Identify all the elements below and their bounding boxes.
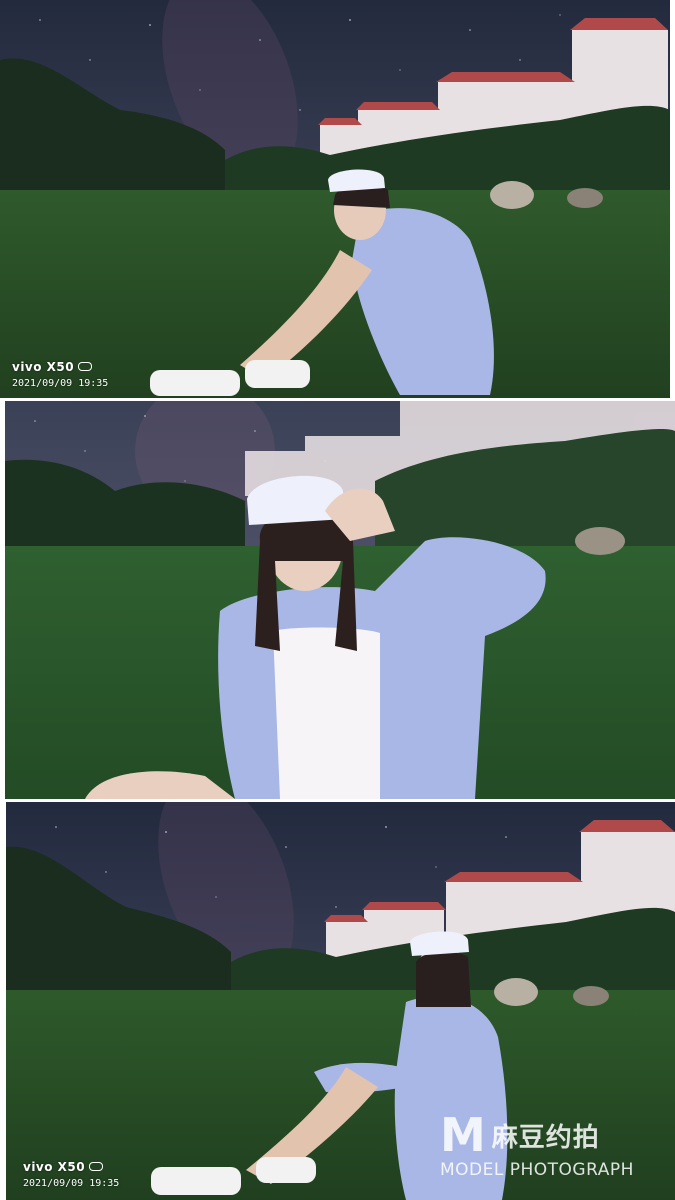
studio-name-en: MODEL PHOTOGRAPH [440, 1160, 634, 1180]
photo-timestamp: 2021/09/09 19:35 [23, 1178, 120, 1189]
studio-name-cn: 麻豆约拍 [491, 1122, 600, 1153]
studio-watermark: M 麻豆约拍 MODEL PHOTOGRAPH [440, 1112, 634, 1180]
photo-panel-1: vivo X50 2021/09/09 19:35 [0, 0, 670, 398]
network-badge-icon [89, 1162, 104, 1172]
camera-watermark: vivo X50 2021/09/09 19:35 [23, 1158, 119, 1189]
network-badge-icon [78, 362, 93, 372]
camera-model-label: vivo X50 [12, 360, 75, 374]
camera-watermark: vivo X50 2021/09/09 19:35 [12, 358, 108, 389]
photo-panel-2 [5, 401, 675, 799]
camera-model-label: vivo X50 [23, 1160, 86, 1174]
photo-timestamp: 2021/09/09 19:35 [12, 378, 109, 389]
studio-logo-mark: M [440, 1108, 486, 1162]
night-lawn-closeup-photo [5, 401, 675, 799]
night-lawn-photo [0, 0, 670, 398]
